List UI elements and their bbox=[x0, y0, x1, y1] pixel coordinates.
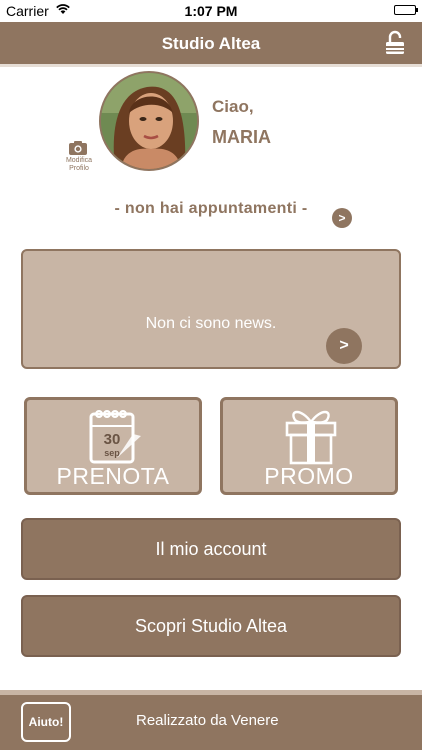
news-panel: Non ci sono news. > bbox=[21, 249, 401, 369]
news-arrow-button[interactable]: > bbox=[326, 328, 362, 364]
camera-icon[interactable] bbox=[68, 140, 88, 156]
calendar-month-text: sep bbox=[104, 448, 120, 458]
greeting: Ciao, bbox=[212, 97, 254, 116]
edit-profile-link[interactable]: Modifica Profilo bbox=[60, 157, 98, 173]
help-button[interactable]: Aiuto! bbox=[21, 702, 71, 742]
my-account-button[interactable]: Il mio account bbox=[21, 518, 401, 580]
page-title: Studio Altea bbox=[161, 34, 261, 53]
unlock-icon[interactable] bbox=[384, 30, 406, 56]
promo-label: PROMO bbox=[264, 463, 354, 489]
nav-divider bbox=[0, 64, 422, 67]
prenota-label: PRENOTA bbox=[56, 463, 170, 489]
prenota-tile[interactable]: 30 sep PRENOTA bbox=[24, 397, 202, 495]
footer: Aiuto! Realizzato da Venere bbox=[0, 695, 422, 750]
avatar[interactable] bbox=[99, 71, 199, 171]
user-name: MARIA bbox=[212, 127, 271, 147]
appointments-status: - non hai appuntamenti - bbox=[114, 200, 308, 217]
credit-text: Realizzato da Venere bbox=[136, 712, 279, 729]
appointments-arrow-button[interactable]: > bbox=[332, 208, 352, 228]
calendar-icon: 30 sep bbox=[89, 410, 141, 464]
calendar-day-text: 30 bbox=[104, 431, 121, 448]
status-bar: Carrier 1:07 PM bbox=[0, 0, 422, 22]
clock: 1:07 PM bbox=[184, 3, 238, 19]
battery-icon bbox=[394, 5, 418, 15]
nav-bar: Studio Altea bbox=[0, 22, 422, 64]
promo-tile[interactable]: PROMO bbox=[220, 397, 398, 495]
gift-icon bbox=[285, 410, 337, 465]
discover-studio-button[interactable]: Scopri Studio Altea bbox=[21, 595, 401, 657]
